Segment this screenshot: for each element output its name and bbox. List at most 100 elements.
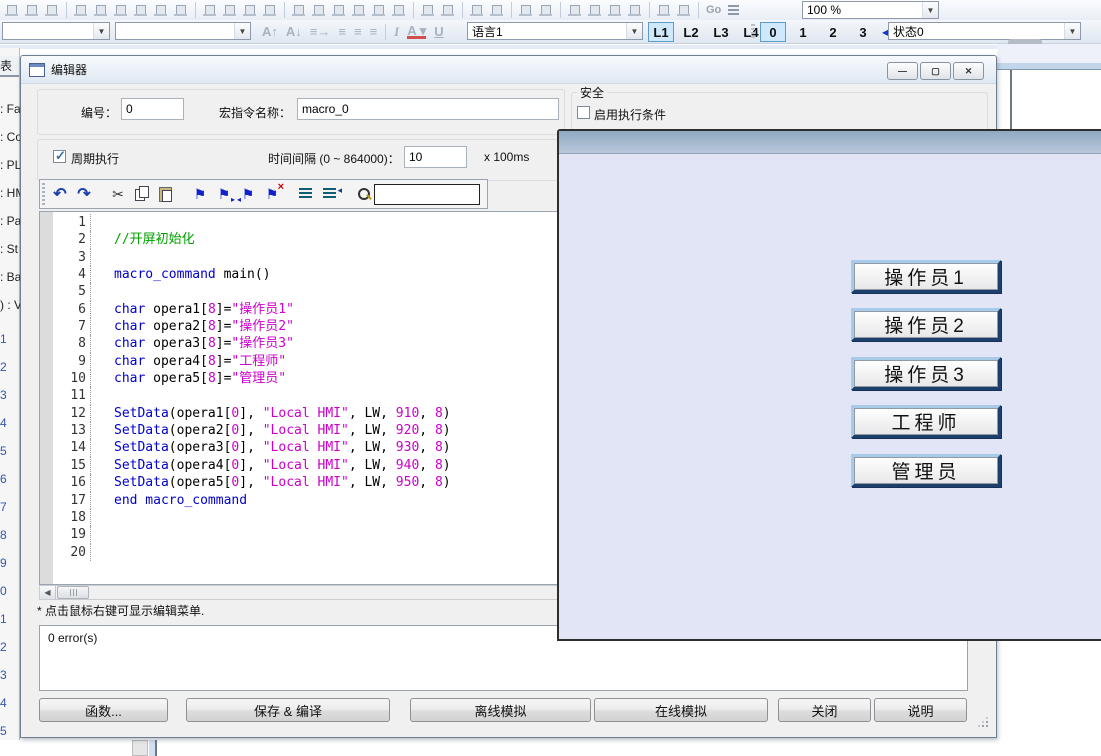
online-sim-button[interactable]: 在线模拟 <box>594 698 768 722</box>
space-across-icon[interactable] <box>241 2 259 19</box>
panel-scrollbar-fragment[interactable] <box>149 740 157 756</box>
next-bookmark-icon[interactable] <box>214 184 234 204</box>
align-v-center-icon[interactable] <box>132 2 150 19</box>
tree-item-fragment[interactable]: ) : V <box>0 298 20 312</box>
tree-item-fragment[interactable]: : PL <box>0 158 20 172</box>
state-button-1[interactable]: 1 <box>790 22 816 42</box>
italic-icon[interactable]: I <box>394 24 399 40</box>
function-list-icon[interactable] <box>296 184 316 204</box>
chevron-down-icon[interactable]: ▼ <box>626 23 642 39</box>
tree-item-fragment[interactable]: 5 <box>0 724 20 738</box>
tree-item-fragment[interactable]: 4 <box>0 696 20 710</box>
close-button[interactable]: ✕ <box>953 62 984 80</box>
align-left-icon[interactable] <box>72 2 90 19</box>
space-down-icon[interactable] <box>261 2 279 19</box>
flip-horizontal-icon[interactable] <box>566 2 584 19</box>
align-text-left-icon[interactable]: ≡ <box>338 24 346 39</box>
size-plus-icon[interactable] <box>390 2 408 19</box>
group-icon[interactable] <box>655 2 673 19</box>
tree-item-fragment[interactable]: : Co <box>0 130 20 144</box>
prev-bookmark-icon[interactable] <box>238 184 258 204</box>
find-input[interactable] <box>374 184 480 205</box>
close-editor-button[interactable]: 关闭 <box>778 698 871 722</box>
hmi-role-button-5[interactable]: 管理员 <box>851 454 1001 487</box>
font-color-icon[interactable]: A ▾ <box>407 25 426 39</box>
language-combobox[interactable]: 语言1 ▼ <box>467 22 643 40</box>
tree-item-fragment[interactable]: 1 <box>0 332 20 346</box>
minimize-button[interactable]: — <box>887 62 918 80</box>
help-button[interactable]: 说明 <box>874 698 967 722</box>
paste-icon[interactable] <box>156 184 176 204</box>
chevron-down-icon[interactable]: ▼ <box>1064 23 1080 39</box>
periodic-checkbox[interactable] <box>53 150 66 163</box>
tree-item-fragment[interactable]: 1 <box>0 612 20 626</box>
tree-item-fragment[interactable]: 5 <box>0 444 20 458</box>
hmi-role-button-3[interactable]: 操作员3 <box>851 357 1001 390</box>
cut-icon[interactable] <box>108 184 128 204</box>
height-plus-icon[interactable] <box>370 2 388 19</box>
zoom-combobox[interactable]: 100 % ▼ <box>802 1 939 19</box>
chevron-down-icon[interactable]: ▼ <box>922 2 938 18</box>
flip-vertical-icon[interactable] <box>586 2 604 19</box>
distribute-v-icon[interactable] <box>221 2 239 19</box>
tree-item-fragment[interactable]: 4 <box>0 416 20 430</box>
scrollbar-thumb[interactable] <box>57 586 89 599</box>
copy-icon[interactable] <box>132 184 152 204</box>
layer-button-l3[interactable]: L3 <box>708 22 734 42</box>
toolbar-grip[interactable] <box>42 183 45 205</box>
layer-front-icon[interactable] <box>517 2 535 19</box>
chevron-down-icon[interactable]: ▼ <box>93 23 109 39</box>
tree-item-fragment[interactable]: 2 <box>0 360 20 374</box>
save-compile-button[interactable]: 保存 & 编译 <box>186 698 390 722</box>
fit-height-icon[interactable] <box>439 2 457 19</box>
layer-button-l1[interactable]: L1 <box>648 22 674 42</box>
tree-item-fragment[interactable]: : HM <box>0 186 20 200</box>
resize-grip[interactable] <box>978 717 988 727</box>
tree-item-fragment[interactable]: : Pa <box>0 214 20 228</box>
font-shrink-icon[interactable]: A↓ <box>286 24 302 39</box>
layer-list-icon[interactable] <box>727 4 741 16</box>
editor-titlebar[interactable]: 编辑器 <box>21 56 996 84</box>
state-button-3[interactable]: 3 <box>850 22 876 42</box>
ungroup-icon[interactable] <box>675 2 693 19</box>
same-height-icon[interactable] <box>310 2 328 19</box>
exec-condition-checkbox[interactable] <box>577 106 590 119</box>
rotate-left-icon[interactable] <box>606 2 624 19</box>
rotate-right-icon[interactable] <box>626 2 644 19</box>
tree-item-fragment[interactable]: 8 <box>0 528 20 542</box>
offline-sim-button[interactable]: 离线模拟 <box>410 698 591 722</box>
align-top-icon[interactable] <box>112 2 130 19</box>
find-icon[interactable] <box>354 184 374 204</box>
solid-fill-icon[interactable] <box>43 2 61 19</box>
align-right-icon[interactable] <box>152 2 170 19</box>
same-size-icon[interactable] <box>330 2 348 19</box>
font-enlarge-icon[interactable]: A↑ <box>262 24 278 39</box>
tree-item-fragment[interactable]: : Ba <box>0 270 20 284</box>
hmi-role-button-2[interactable]: 操作员2 <box>851 308 1001 341</box>
align-h-center-icon[interactable] <box>92 2 110 19</box>
tree-item-fragment[interactable]: 9 <box>0 556 20 570</box>
undo-icon[interactable] <box>50 184 70 204</box>
underline-icon[interactable]: U <box>434 24 443 39</box>
tree-item-fragment[interactable]: : Fa <box>0 102 20 116</box>
layer-back-icon[interactable] <box>537 2 555 19</box>
tree-item-fragment[interactable]: 3 <box>0 668 20 682</box>
shape-library-combobox[interactable]: ▼ <box>2 22 110 40</box>
state-button-0[interactable]: 0 <box>760 22 786 42</box>
macro-id-input[interactable]: 0 <box>121 98 184 120</box>
go-to-icon[interactable]: Go <box>703 4 724 16</box>
clear-bookmarks-icon[interactable] <box>262 184 282 204</box>
toggle-bookmark-icon[interactable] <box>190 184 210 204</box>
hmi-role-button-4[interactable]: 工程师 <box>851 405 1001 438</box>
hmi-role-button-1[interactable]: 操作员1 <box>851 260 1001 293</box>
state-button-2[interactable]: 2 <box>820 22 846 42</box>
tree-item-fragment[interactable]: 3 <box>0 388 20 402</box>
chevron-down-icon[interactable]: ▼ <box>234 23 250 39</box>
macro-name-input[interactable]: macro_0 <box>297 98 559 120</box>
scroll-left-icon[interactable]: ◀ <box>40 586 56 599</box>
distribute-h-icon[interactable] <box>201 2 219 19</box>
window-tree-tab[interactable]: 表 <box>0 56 19 77</box>
tree-item-fragment[interactable]: 7 <box>0 500 20 514</box>
fit-width-icon[interactable] <box>419 2 437 19</box>
tree-item-fragment[interactable]: 2 <box>0 640 20 654</box>
